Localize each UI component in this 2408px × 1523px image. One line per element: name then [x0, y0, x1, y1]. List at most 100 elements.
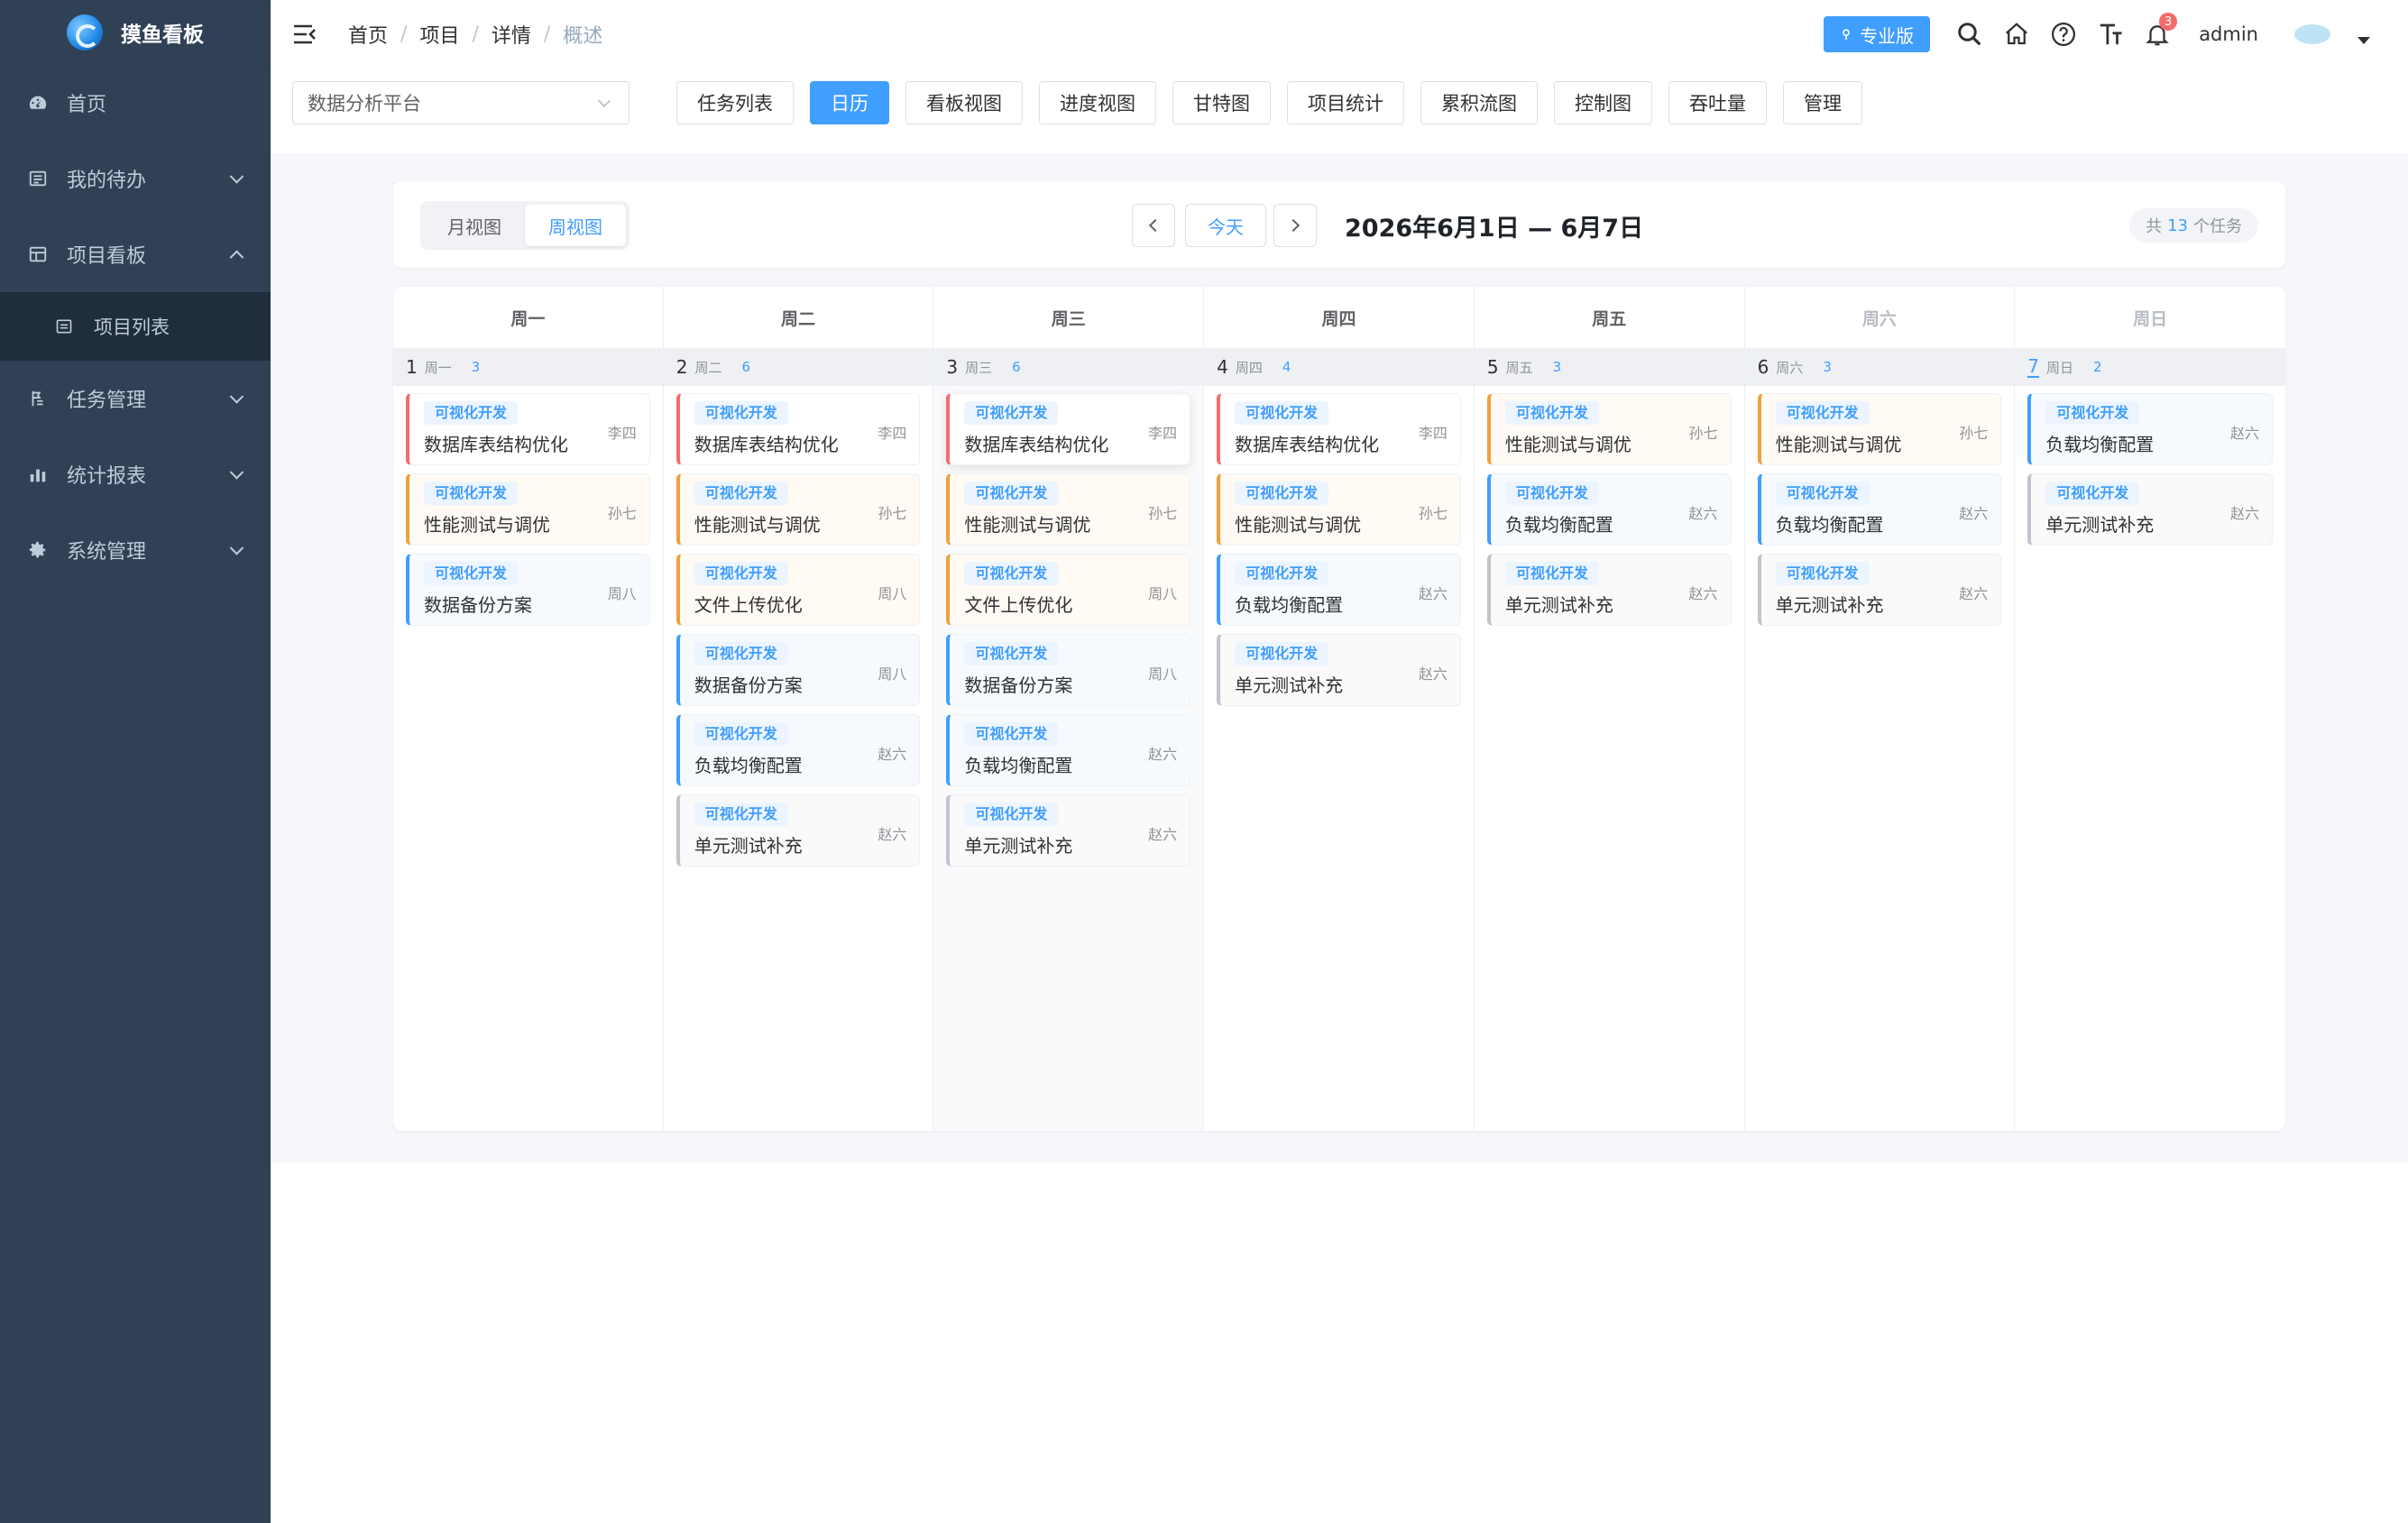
- task-card[interactable]: 可视化开发 单元测试补充 赵六: [1486, 554, 1732, 626]
- task-assignee: 周八: [1148, 665, 1178, 683]
- task-tag: 可视化开发: [1504, 482, 1599, 505]
- task-card[interactable]: 可视化开发 负载均衡配置 赵六: [676, 714, 921, 786]
- task-card[interactable]: 可视化开发 数据备份方案 周八: [946, 634, 1191, 706]
- sidebar-item-home[interactable]: 首页: [0, 65, 271, 141]
- task-card[interactable]: 可视化开发 负载均衡配置 赵六: [2027, 393, 2273, 465]
- task-card[interactable]: 可视化开发 负载均衡配置 赵六: [946, 714, 1191, 786]
- menu-toggle-icon[interactable]: [292, 22, 317, 47]
- date-row: 7 周日 2: [2015, 348, 2285, 386]
- pin-icon: [1843, 29, 1851, 41]
- tab-calendar[interactable]: 日历: [810, 81, 889, 124]
- date-weekday: 周五: [1505, 359, 1533, 376]
- sidebar-logo[interactable]: 摸鱼看板: [0, 0, 271, 65]
- todo-icon: [27, 168, 49, 189]
- sidebar-item-label: 系统管理: [67, 541, 147, 564]
- chevron-down-icon: [229, 390, 244, 404]
- sidebar-item-system[interactable]: 系统管理: [0, 512, 271, 588]
- tab-kanban[interactable]: 看板视图: [905, 81, 1023, 124]
- task-assignee: 赵六: [1148, 826, 1178, 843]
- task-card[interactable]: 可视化开发 数据库表结构优化 李四: [1217, 393, 1461, 465]
- date-number: 3: [946, 356, 959, 378]
- task-tag: 可视化开发: [694, 642, 788, 665]
- task-assignee: 赵六: [2229, 505, 2259, 522]
- task-card[interactable]: 可视化开发 数据库表结构优化 李四: [406, 393, 650, 465]
- home-icon[interactable]: [1993, 11, 2040, 58]
- chevron-right-icon: [1286, 218, 1301, 233]
- sidebar-item-project-board[interactable]: 项目看板: [0, 216, 271, 292]
- task-card[interactable]: 可视化开发 数据备份方案 周八: [406, 554, 650, 626]
- date-number: 1: [406, 356, 418, 378]
- task-card[interactable]: 可视化开发 负载均衡配置 赵六: [1757, 473, 2002, 546]
- sidebar-item-task-management[interactable]: 任务管理: [0, 361, 271, 436]
- task-assignee: 赵六: [1688, 585, 1718, 602]
- task-card[interactable]: 可视化开发 单元测试补充 赵六: [676, 794, 921, 867]
- breadcrumb-project[interactable]: 项目: [419, 20, 459, 49]
- breadcrumb-home[interactable]: 首页: [348, 20, 388, 49]
- task-card[interactable]: 可视化开发 单元测试补充 赵六: [1757, 554, 2002, 626]
- task-card[interactable]: 可视化开发 负载均衡配置 赵六: [1486, 473, 1732, 546]
- pro-version-label: 专业版: [1860, 24, 1915, 47]
- task-card[interactable]: 可视化开发 负载均衡配置 赵六: [1217, 554, 1461, 626]
- day-column-header: 周日: [2133, 308, 2168, 329]
- caret-down-icon[interactable]: [2357, 37, 2370, 44]
- breadcrumb-current: 概述: [563, 25, 603, 48]
- month-view-button[interactable]: 月视图: [424, 205, 525, 246]
- chevron-left-icon: [1148, 218, 1163, 233]
- task-assignee: 赵六: [1148, 746, 1178, 763]
- task-card[interactable]: 可视化开发 性能测试与调优 孙七: [1217, 473, 1461, 546]
- task-card[interactable]: 可视化开发 数据库表结构优化 李四: [946, 393, 1191, 465]
- sidebar-item-reports[interactable]: 统计报表: [0, 436, 271, 512]
- task-card[interactable]: 可视化开发 数据备份方案 周八: [676, 634, 921, 706]
- avatar[interactable]: [2294, 24, 2330, 44]
- prev-week-button[interactable]: [1132, 204, 1175, 247]
- task-card[interactable]: 可视化开发 数据库表结构优化 李四: [676, 393, 921, 465]
- task-card[interactable]: 可视化开发 文件上传优化 周八: [676, 554, 921, 626]
- font-size-icon[interactable]: [2087, 11, 2134, 58]
- task-card[interactable]: 可视化开发 文件上传优化 周八: [946, 554, 1191, 626]
- project-select[interactable]: 数据分析平台: [292, 81, 630, 124]
- tab-control-chart[interactable]: 控制图: [1554, 81, 1652, 124]
- task-card[interactable]: 可视化开发 性能测试与调优 孙七: [406, 473, 650, 546]
- username[interactable]: admin: [2199, 23, 2258, 45]
- tab-project-stats[interactable]: 项目统计: [1287, 81, 1404, 124]
- task-card[interactable]: 可视化开发 单元测试补充 赵六: [1217, 634, 1461, 706]
- sidebar-item-label: 任务管理: [67, 390, 147, 412]
- today-button[interactable]: 今天: [1185, 204, 1266, 247]
- task-tag: 可视化开发: [1775, 401, 1870, 425]
- help-icon[interactable]: [2040, 11, 2087, 58]
- task-card[interactable]: 可视化开发 单元测试补充 赵六: [2027, 473, 2273, 546]
- task-count-suffix: 个任务: [2193, 217, 2242, 236]
- task-assignee: 孙七: [1959, 425, 1989, 442]
- task-tag: 可视化开发: [1235, 642, 1329, 665]
- project-select-value: 数据分析平台: [308, 93, 421, 115]
- task-card[interactable]: 可视化开发 性能测试与调优 孙七: [676, 473, 921, 546]
- sidebar-item-todo[interactable]: 我的待办: [0, 141, 271, 216]
- tab-progress[interactable]: 进度视图: [1039, 81, 1156, 124]
- date-weekday: 周三: [965, 359, 993, 376]
- task-card[interactable]: 可视化开发 性能测试与调优 孙七: [1757, 393, 2002, 465]
- task-tag: 可视化开发: [1235, 401, 1329, 425]
- sidebar-item-label: 统计报表: [67, 465, 147, 488]
- week-view-button[interactable]: 周视图: [525, 205, 626, 246]
- tab-gantt[interactable]: 甘特图: [1172, 81, 1271, 124]
- task-card[interactable]: 可视化开发 性能测试与调优 孙七: [946, 473, 1191, 546]
- pro-version-button[interactable]: 专业版: [1824, 16, 1931, 52]
- view-tabs: 任务列表 日历 看板视图 进度视图 甘特图 项目统计 累积流图 控制图 吞吐量 …: [676, 81, 1879, 124]
- day-column: 周二 2 周二 6 可视化开发 数据库表结构优化 李四 可视化开发 性能测试与调优 孙七 可视化开发…: [663, 287, 934, 1131]
- task-assignee: 孙七: [607, 505, 637, 522]
- bell-icon[interactable]: 3: [2134, 11, 2181, 58]
- sidebar-item-project-list[interactable]: 项目列表: [0, 292, 271, 361]
- date-weekday: 周日: [2046, 359, 2074, 376]
- next-week-button[interactable]: [1273, 204, 1317, 247]
- search-icon[interactable]: [1946, 11, 1993, 58]
- tab-cumulative-flow[interactable]: 累积流图: [1420, 81, 1538, 124]
- task-card[interactable]: 可视化开发 单元测试补充 赵六: [946, 794, 1191, 867]
- tab-throughput[interactable]: 吞吐量: [1668, 81, 1767, 124]
- content-lower-area: [271, 1163, 2408, 1523]
- tab-task-list[interactable]: 任务列表: [676, 81, 794, 124]
- breadcrumb-detail[interactable]: 详情: [492, 20, 531, 49]
- task-card[interactable]: 可视化开发 性能测试与调优 孙七: [1486, 393, 1732, 465]
- tab-manage[interactable]: 管理: [1783, 81, 1862, 124]
- task-tag: 可视化开发: [424, 401, 519, 425]
- breadcrumb-separator: /: [400, 23, 408, 46]
